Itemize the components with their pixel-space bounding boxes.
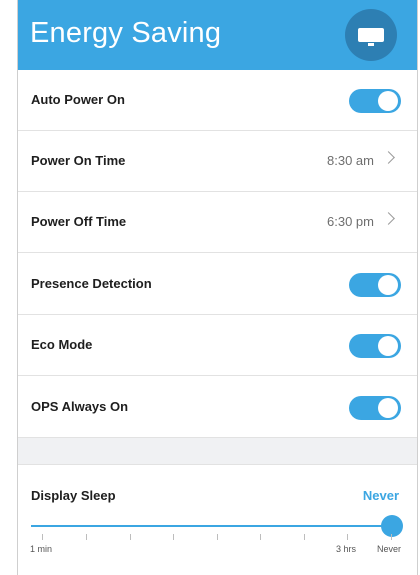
display-sleep-value: Never bbox=[362, 488, 399, 503]
auto-power-on-label: Auto Power On bbox=[31, 92, 125, 107]
setting-row-auto-power-on: Auto Power On bbox=[18, 70, 417, 131]
ops-always-on-toggle[interactable] bbox=[349, 396, 401, 420]
display-sleep-slider-fill bbox=[31, 525, 392, 527]
slider-tick bbox=[347, 534, 348, 540]
setting-row-power-on-time[interactable]: Power On Time 8:30 am bbox=[18, 131, 417, 192]
energy-saving-panel: Energy Saving Auto Power On Power On Tim… bbox=[17, 0, 418, 575]
toggle-knob bbox=[378, 398, 398, 418]
presence-detection-toggle[interactable] bbox=[349, 273, 401, 297]
slider-tick bbox=[130, 534, 131, 540]
slider-tick bbox=[86, 534, 87, 540]
slider-tick bbox=[42, 534, 43, 540]
section-divider bbox=[18, 438, 417, 465]
slider-tick bbox=[217, 534, 218, 540]
display-icon bbox=[358, 28, 384, 42]
display-button[interactable] bbox=[345, 9, 397, 61]
power-on-time-value: 8:30 am bbox=[327, 153, 374, 168]
auto-power-on-toggle[interactable] bbox=[349, 89, 401, 113]
setting-row-power-off-time[interactable]: Power Off Time 6:30 pm bbox=[18, 192, 417, 253]
toggle-knob bbox=[378, 336, 398, 356]
display-sleep-slider-thumb[interactable] bbox=[381, 515, 403, 537]
toggle-knob bbox=[378, 275, 398, 295]
eco-mode-label: Eco Mode bbox=[31, 337, 93, 352]
toggle-knob bbox=[378, 91, 398, 111]
header-bar: Energy Saving bbox=[18, 0, 417, 70]
slider-tick bbox=[304, 534, 305, 540]
setting-row-ops-always-on: OPS Always On bbox=[18, 377, 417, 438]
eco-mode-toggle[interactable] bbox=[349, 334, 401, 358]
presence-detection-label: Presence Detection bbox=[31, 276, 152, 291]
page-title: Energy Saving bbox=[30, 17, 222, 49]
slider-min-label: 1 min bbox=[30, 544, 53, 554]
chevron-right-icon bbox=[382, 151, 395, 164]
power-off-time-value: 6:30 pm bbox=[327, 214, 374, 229]
slider-near-max-label: 3 hrs bbox=[336, 544, 357, 554]
display-sleep-label: Display Sleep bbox=[31, 488, 116, 503]
setting-row-presence-detection: Presence Detection bbox=[18, 254, 417, 315]
slider-tick bbox=[391, 534, 392, 540]
chevron-right-icon bbox=[382, 212, 395, 225]
slider-tick bbox=[260, 534, 261, 540]
display-icon-stand bbox=[368, 43, 374, 46]
setting-row-eco-mode: Eco Mode bbox=[18, 315, 417, 376]
slider-tick bbox=[173, 534, 174, 540]
ops-always-on-label: OPS Always On bbox=[31, 399, 129, 414]
power-off-time-label: Power Off Time bbox=[31, 214, 127, 229]
power-on-time-label: Power On Time bbox=[31, 153, 126, 168]
slider-max-label: Never bbox=[377, 544, 402, 554]
